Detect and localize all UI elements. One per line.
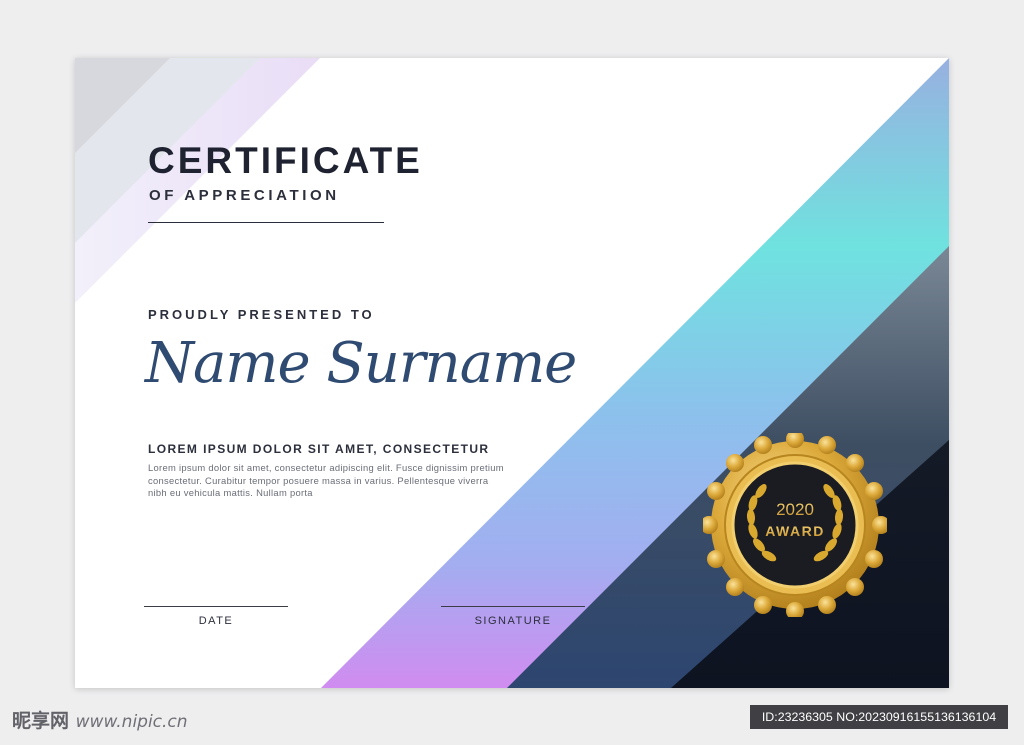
presented-to-label: PROUDLY PRESENTED TO	[148, 307, 375, 322]
watermark-id: ID:23236305 NO:20230916155136136104	[750, 705, 1008, 729]
badge-year: 2020	[776, 500, 814, 519]
badge-label: AWARD	[765, 523, 825, 539]
description-heading: LOREM IPSUM DOLOR SIT AMET, CONSECTETUR	[148, 442, 490, 456]
date-line	[144, 606, 288, 607]
watermark-brand: 昵享网 www.nipic.cn	[12, 706, 188, 733]
recipient-name: Name Surname	[145, 331, 577, 396]
certificate-subtitle: OF APPRECIATION	[149, 187, 340, 204]
award-badge: 2020 AWARD	[703, 433, 887, 617]
certificate-title: CERTIFICATE	[148, 140, 423, 181]
watermark-url: www.nipic.cn	[75, 712, 188, 732]
watermark-brand-name: 昵享网	[12, 710, 70, 732]
description-body: Lorem ipsum dolor sit amet, consectetur …	[148, 462, 504, 498]
signature-line	[441, 606, 585, 607]
date-label: DATE	[198, 615, 234, 627]
certificate: CERTIFICATE OF APPRECIATION PROUDLY PRES…	[75, 58, 949, 688]
signature-label: SIGNATURE	[474, 615, 552, 627]
title-divider	[148, 222, 384, 223]
